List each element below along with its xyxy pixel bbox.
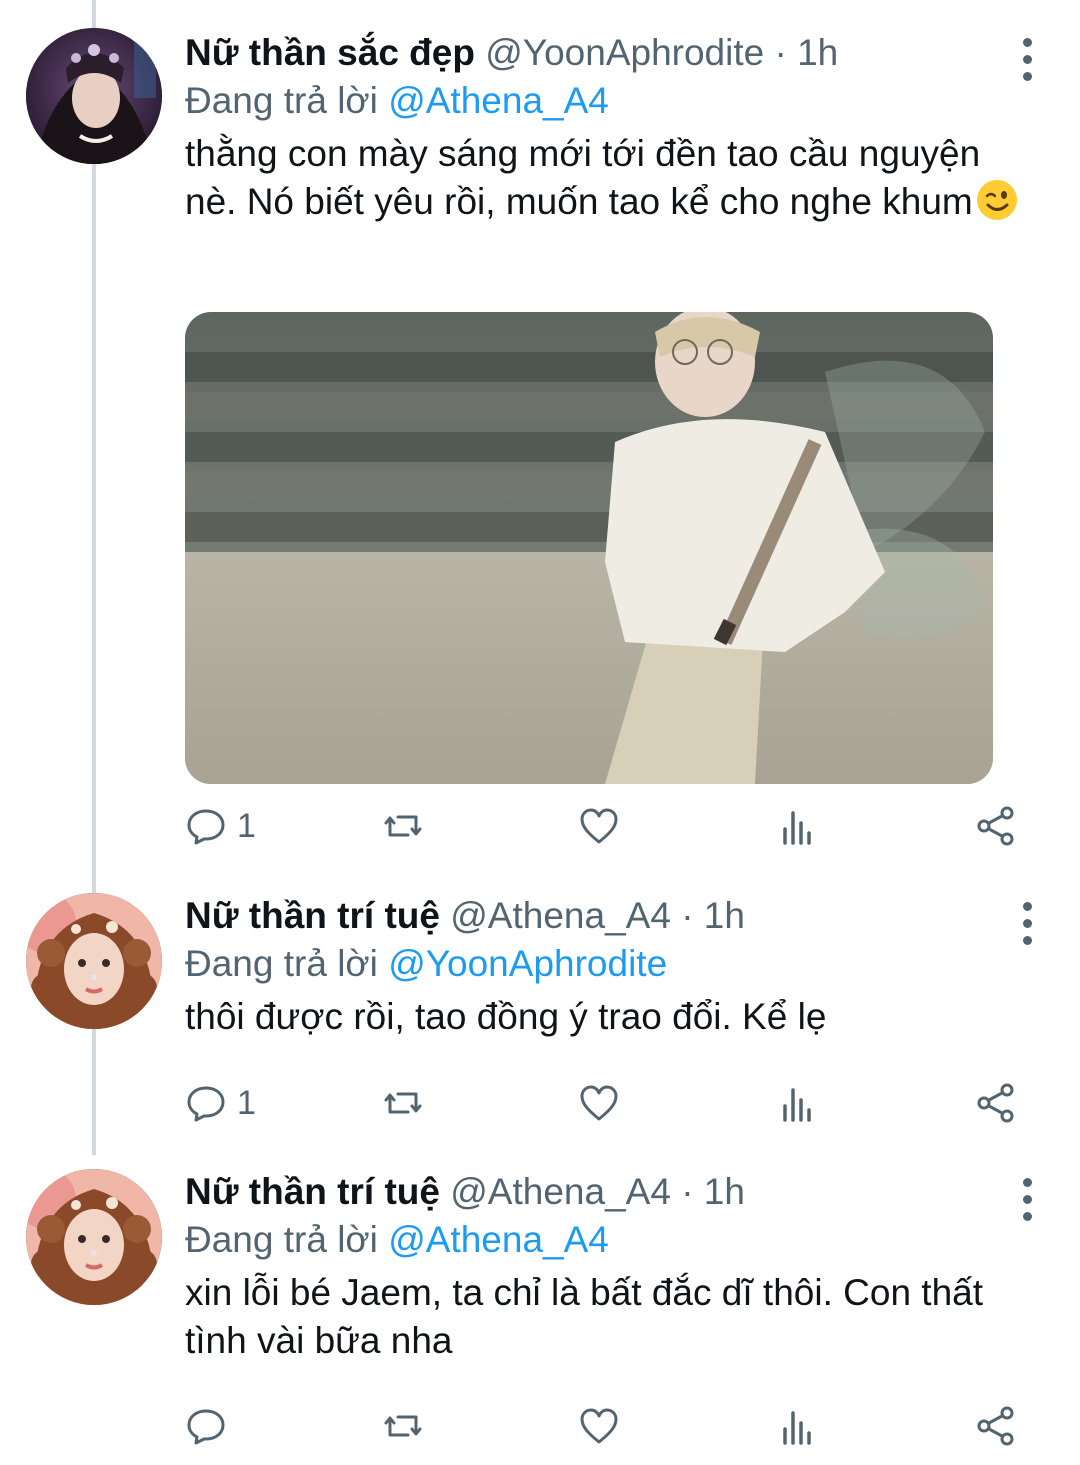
separator-dot: · xyxy=(681,1171,694,1212)
share-icon xyxy=(977,806,1014,846)
like-button[interactable] xyxy=(578,802,620,850)
tweet-header: Nữ thần sắc đẹp @YoonAphrodite · 1h xyxy=(185,30,1040,76)
retweet-icon xyxy=(384,815,422,837)
tweet-actions: 1 xyxy=(185,1079,1030,1127)
heart-icon xyxy=(580,1085,618,1121)
tweet-text-content: thôi được rồi, tao đồng ý trao đổi. Kể l… xyxy=(185,996,827,1037)
retweet-button[interactable] xyxy=(382,1402,424,1450)
replying-to-line: Đang trả lời @Athena_A4 xyxy=(185,78,1040,124)
more-options-icon[interactable] xyxy=(1022,38,1032,89)
retweet-icon xyxy=(384,1092,422,1114)
avatar-image xyxy=(26,893,162,1029)
analytics-icon xyxy=(783,1088,811,1122)
user-handle[interactable]: @YoonAphrodite xyxy=(485,32,764,73)
analytics-button[interactable] xyxy=(777,1402,819,1450)
tweet-header: Nữ thần trí tuệ @Athena_A4 · 1h xyxy=(185,1169,1040,1215)
tweet-media-image[interactable] xyxy=(185,312,993,784)
replying-to-prefix: Đang trả lời xyxy=(185,943,378,984)
heart-icon xyxy=(580,1408,618,1444)
user-handle[interactable]: @Athena_A4 xyxy=(450,1171,671,1212)
winking-face-emoji xyxy=(976,180,1017,220)
tweet-text-content: thằng con mày sáng mới tới đền tao cầu n… xyxy=(185,133,981,222)
timestamp[interactable]: 1h xyxy=(797,32,838,73)
share-icon xyxy=(977,1406,1014,1446)
separator-dot: · xyxy=(681,895,694,936)
separator-dot: · xyxy=(774,32,787,73)
reply-button[interactable]: 1 xyxy=(185,802,256,850)
reply-button[interactable] xyxy=(185,1402,237,1450)
replying-to-handle[interactable]: @Athena_A4 xyxy=(388,80,609,121)
replying-to-handle[interactable]: @Athena_A4 xyxy=(388,1219,609,1260)
timestamp[interactable]: 1h xyxy=(704,895,745,936)
like-button[interactable] xyxy=(578,1402,620,1450)
reply-count: 1 xyxy=(237,806,256,845)
avatar[interactable] xyxy=(26,893,162,1029)
reply-icon xyxy=(187,809,225,845)
avatar-image xyxy=(26,1169,162,1305)
replying-to-prefix: Đang trả lời xyxy=(185,80,378,121)
reply-icon xyxy=(187,1409,225,1445)
retweet-button[interactable] xyxy=(382,1079,424,1127)
display-name[interactable]: Nữ thần sắc đẹp xyxy=(185,32,475,73)
media-photo xyxy=(185,312,993,784)
avatar[interactable] xyxy=(26,1169,162,1305)
tweet-text: xin lỗi bé Jaem, ta chỉ là bất đắc dĩ th… xyxy=(185,1269,1040,1365)
reply-icon xyxy=(187,1086,225,1122)
reply-button[interactable]: 1 xyxy=(185,1079,256,1127)
more-options-icon[interactable] xyxy=(1022,902,1032,953)
heart-icon xyxy=(580,808,618,844)
tweet-actions: 1 xyxy=(185,802,1030,850)
tweet-header: Nữ thần trí tuệ @Athena_A4 · 1h xyxy=(185,893,1040,939)
replying-to-handle[interactable]: @YoonAphrodite xyxy=(388,943,667,984)
retweet-icon xyxy=(384,1415,422,1437)
analytics-button[interactable] xyxy=(777,1079,819,1127)
avatar-image xyxy=(26,28,162,164)
share-icon xyxy=(977,1083,1014,1123)
share-button[interactable] xyxy=(975,1079,1017,1127)
share-button[interactable] xyxy=(975,1402,1017,1450)
analytics-icon xyxy=(783,1411,811,1445)
tweet-actions xyxy=(185,1402,1030,1450)
tweet-text: thằng con mày sáng mới tới đền tao cầu n… xyxy=(185,130,1040,226)
timestamp[interactable]: 1h xyxy=(704,1171,745,1212)
like-button[interactable] xyxy=(578,1079,620,1127)
display-name[interactable]: Nữ thần trí tuệ xyxy=(185,1171,440,1212)
display-name[interactable]: Nữ thần trí tuệ xyxy=(185,895,440,936)
replying-to-line: Đang trả lời @Athena_A4 xyxy=(185,1217,1040,1263)
replying-to-prefix: Đang trả lời xyxy=(185,1219,378,1260)
share-button[interactable] xyxy=(975,802,1017,850)
tweet-text-content: xin lỗi bé Jaem, ta chỉ là bất đắc dĩ th… xyxy=(185,1272,984,1361)
avatar[interactable] xyxy=(26,28,162,164)
retweet-button[interactable] xyxy=(382,802,424,850)
user-handle[interactable]: @Athena_A4 xyxy=(450,895,671,936)
tweet-text: thôi được rồi, tao đồng ý trao đổi. Kể l… xyxy=(185,993,1040,1041)
analytics-icon xyxy=(783,811,811,845)
replying-to-line: Đang trả lời @YoonAphrodite xyxy=(185,941,1040,987)
analytics-button[interactable] xyxy=(777,802,819,850)
reply-count: 1 xyxy=(237,1083,256,1122)
more-options-icon[interactable] xyxy=(1022,1178,1032,1229)
